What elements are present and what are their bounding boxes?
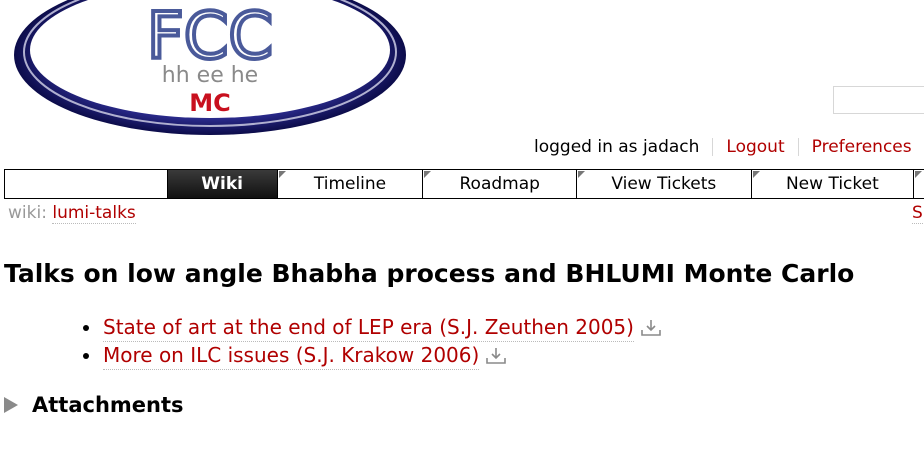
tab-timeline[interactable]: Timeline [276, 170, 423, 198]
search-input[interactable] [833, 86, 924, 114]
main-nav: Wiki Timeline Roadmap View Tickets New T… [4, 169, 924, 199]
meta-separator [712, 138, 714, 156]
breadcrumb-page-link[interactable]: lumi-talks [52, 203, 136, 224]
bullet [83, 353, 89, 359]
logo-text-mc: MC [189, 89, 231, 117]
list-item: More on ILC issues (S.J. Krakow 2006) [80, 342, 662, 370]
preferences-link[interactable]: Preferences [812, 137, 912, 157]
tab-view-tickets[interactable]: View Tickets [576, 170, 751, 198]
talk-list: State of art at the end of LEP era (S.J.… [80, 314, 662, 370]
corner-marker-icon [752, 171, 760, 178]
download-icon[interactable] [640, 318, 662, 338]
breadcrumb-prefix: wiki: [8, 203, 47, 223]
talk-link[interactable]: More on ILC issues (S.J. Krakow 2006) [103, 342, 480, 370]
logo-text-hheehe: hh ee he [162, 63, 258, 88]
page-title: Talks on low angle Bhabha process and BH… [4, 259, 855, 288]
attachments-toggle[interactable]: Attachments [4, 393, 184, 417]
tab-new-ticket[interactable]: New Ticket [750, 170, 914, 198]
tab-wiki[interactable]: Wiki [166, 170, 277, 198]
list-item: State of art at the end of LEP era (S.J.… [80, 314, 662, 342]
logged-in-label: logged in as jadach [534, 137, 700, 157]
tab-overflow[interactable] [913, 170, 924, 198]
talk-link[interactable]: State of art at the end of LEP era (S.J.… [103, 314, 634, 342]
bullet [83, 325, 89, 331]
triangle-right-icon [4, 397, 18, 413]
context-nav-link[interactable]: S [912, 203, 923, 224]
corner-marker-icon [578, 171, 586, 178]
tab-roadmap-label: Roadmap [459, 174, 540, 194]
fcc-logo[interactable]: FCC hh ee he MC [0, 0, 420, 140]
tab-view-tickets-label: View Tickets [611, 174, 717, 194]
download-icon[interactable] [485, 346, 507, 366]
attachments-heading: Attachments [32, 393, 184, 417]
corner-marker-icon [278, 171, 286, 178]
tab-timeline-label: Timeline [313, 174, 387, 194]
corner-marker-icon [915, 171, 923, 178]
meta-nav: logged in as jadach Logout Preferences [534, 136, 912, 158]
meta-separator [797, 138, 799, 156]
corner-marker-icon [424, 171, 432, 178]
breadcrumb: wiki: lumi-talks [8, 203, 136, 224]
tab-new-ticket-label: New Ticket [785, 174, 879, 194]
tab-roadmap[interactable]: Roadmap [422, 170, 576, 198]
tab-wiki-label: Wiki [201, 174, 243, 194]
logout-link[interactable]: Logout [726, 137, 784, 157]
